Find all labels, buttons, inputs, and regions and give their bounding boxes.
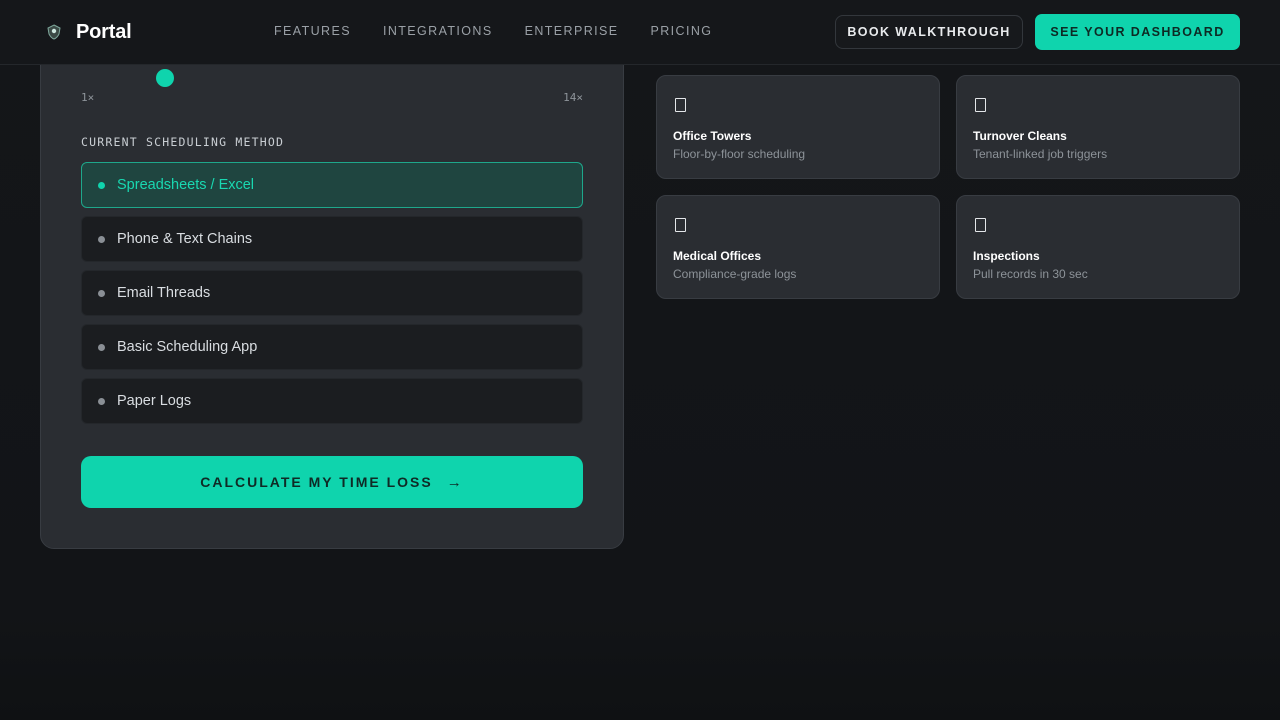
method-option-label: Phone & Text Chains [117, 231, 253, 247]
radio-dot-icon [98, 181, 105, 189]
method-option-label: Basic Scheduling App [117, 339, 258, 355]
book-walkthrough-button[interactable]: BOOK WALKTHROUGH [835, 15, 1023, 49]
nav-link-enterprise[interactable]: ENTERPRISE [525, 24, 619, 40]
method-option-label: Email Threads [117, 285, 211, 301]
scheduling-method-list: Spreadsheets / Excel Phone & Text Chains… [81, 162, 583, 432]
slider-min-label: 1× [81, 91, 95, 104]
card-inspections[interactable]: Inspections Pull records in 30 sec [956, 195, 1240, 299]
nav-link-integrations[interactable]: INTEGRATIONS [383, 24, 493, 40]
calculate-button-label: CALCULATE MY TIME LOSS [200, 474, 433, 490]
radio-dot-icon [98, 343, 105, 351]
scheduling-method-heading: CURRENT SCHEDULING METHOD [81, 135, 285, 149]
top-navbar: Portal FEATURES INTEGRATIONS ENTERPRISE … [0, 0, 1280, 65]
inspection-icon [975, 218, 986, 232]
clipboard-icon [975, 98, 986, 112]
radio-dot-icon [98, 289, 105, 297]
see-dashboard-button[interactable]: SEE YOUR DASHBOARD [1035, 14, 1240, 50]
brand-logo[interactable]: Portal [46, 20, 132, 43]
shield-logo-icon [47, 24, 61, 40]
multiplier-slider-thumb[interactable] [156, 69, 174, 87]
method-option-label: Paper Logs [117, 393, 192, 409]
nav-link-features[interactable]: FEATURES [274, 24, 351, 40]
card-title: Office Towers [673, 129, 752, 143]
radio-dot-icon [98, 235, 105, 243]
card-title: Medical Offices [673, 249, 762, 263]
card-subtitle: Compliance-grade logs [673, 267, 797, 281]
radio-dot-icon [98, 397, 105, 405]
method-option-phone-text[interactable]: Phone & Text Chains [81, 216, 583, 262]
card-medical-offices[interactable]: Medical Offices Compliance-grade logs [656, 195, 940, 299]
arrow-right-icon: → [446, 473, 464, 491]
calculate-time-loss-button[interactable]: CALCULATE MY TIME LOSS → [81, 456, 583, 508]
method-option-label: Spreadsheets / Excel [117, 177, 255, 193]
card-turnover-cleans[interactable]: Turnover Cleans Tenant-linked job trigge… [956, 75, 1240, 179]
calculator-panel: 1× 14× CURRENT SCHEDULING METHOD Spreads… [40, 20, 624, 549]
card-subtitle: Floor-by-floor scheduling [673, 147, 806, 161]
method-option-email[interactable]: Email Threads [81, 270, 583, 316]
slider-max-label: 14× [563, 91, 583, 104]
nav-links: FEATURES INTEGRATIONS ENTERPRISE PRICING [274, 24, 712, 40]
medical-icon [675, 218, 686, 232]
method-option-spreadsheets[interactable]: Spreadsheets / Excel [81, 162, 583, 208]
nav-link-pricing[interactable]: PRICING [650, 24, 712, 40]
card-title: Turnover Cleans [973, 129, 1067, 143]
card-subtitle: Tenant-linked job triggers [973, 147, 1108, 161]
card-title: Inspections [973, 249, 1040, 263]
building-icon [675, 98, 686, 112]
method-option-paper-logs[interactable]: Paper Logs [81, 378, 583, 424]
card-subtitle: Pull records in 30 sec [973, 267, 1088, 281]
card-office-towers[interactable]: Office Towers Floor-by-floor scheduling [656, 75, 940, 179]
brand-name: Portal [76, 20, 132, 43]
method-option-scheduling-app[interactable]: Basic Scheduling App [81, 324, 583, 370]
